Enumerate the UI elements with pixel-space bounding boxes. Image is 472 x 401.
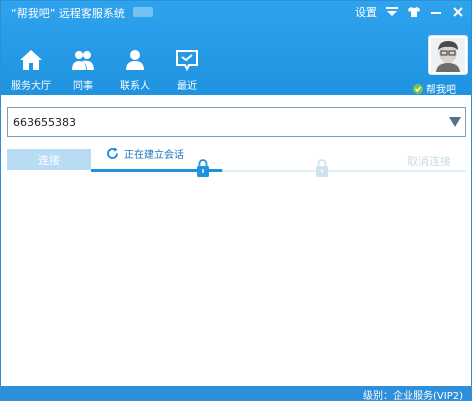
home-icon bbox=[18, 47, 44, 73]
nav-item-recent[interactable]: 最近 bbox=[161, 47, 213, 95]
header: “帮我吧” 远程客服系统 设置 服务大厅 同事 联系人 最近 帮我吧 bbox=[1, 1, 471, 96]
nav-item-service-hall[interactable]: 服务大厅 bbox=[5, 47, 57, 95]
dropdown-button[interactable] bbox=[447, 114, 463, 130]
main-nav: 服务大厅 同事 联系人 最近 bbox=[5, 47, 213, 95]
menu-dropdown-icon[interactable] bbox=[385, 5, 399, 19]
connect-button[interactable]: 连接 bbox=[7, 149, 91, 170]
brand-label: 帮我吧 bbox=[426, 85, 456, 96]
brand-status: 帮我吧 bbox=[413, 81, 456, 96]
nav-label-colleague: 同事 bbox=[73, 81, 93, 92]
triangle-down-icon bbox=[449, 117, 461, 127]
contact-icon bbox=[122, 47, 148, 73]
nav-label-contacts: 联系人 bbox=[120, 81, 150, 92]
nav-label-recent: 最近 bbox=[177, 81, 197, 92]
skin-shirt-icon[interactable] bbox=[407, 5, 421, 19]
level-value-link[interactable]: 企业服务(VIP2) bbox=[393, 391, 463, 400]
recent-chat-icon bbox=[174, 47, 200, 73]
avatar[interactable] bbox=[428, 35, 468, 75]
cancel-connect-button[interactable]: 取消连接 bbox=[393, 153, 465, 169]
online-check-icon bbox=[413, 83, 423, 94]
redacted-title-suffix bbox=[133, 7, 153, 17]
settings-button[interactable]: 设置 bbox=[355, 4, 377, 20]
remote-id-combobox bbox=[7, 107, 466, 137]
remote-service-window: “帮我吧” 远程客服系统 设置 服务大厅 同事 联系人 最近 帮我吧 66365… bbox=[0, 0, 472, 401]
minimize-icon[interactable] bbox=[429, 5, 443, 19]
app-title: “帮我吧” 远程客服系统 bbox=[11, 7, 125, 20]
nav-item-colleague[interactable]: 同事 bbox=[57, 47, 109, 95]
service-level: 级别：企业服务(VIP2) bbox=[363, 387, 463, 401]
remote-id-input[interactable] bbox=[8, 108, 438, 136]
lock-icon-active bbox=[197, 159, 209, 177]
nav-item-contacts[interactable]: 联系人 bbox=[109, 47, 161, 95]
status-footer: 级别：企业服务(VIP2) bbox=[1, 386, 471, 401]
title-bar[interactable]: “帮我吧” 远程客服系统 设置 bbox=[1, 1, 471, 25]
nav-label-service-hall: 服务大厅 bbox=[11, 81, 51, 92]
level-label: 级别： bbox=[363, 391, 393, 401]
lock-icon-pending bbox=[316, 159, 328, 177]
colleague-icon bbox=[70, 47, 96, 73]
window-controls: 设置 bbox=[355, 4, 465, 20]
close-icon[interactable] bbox=[451, 5, 465, 19]
